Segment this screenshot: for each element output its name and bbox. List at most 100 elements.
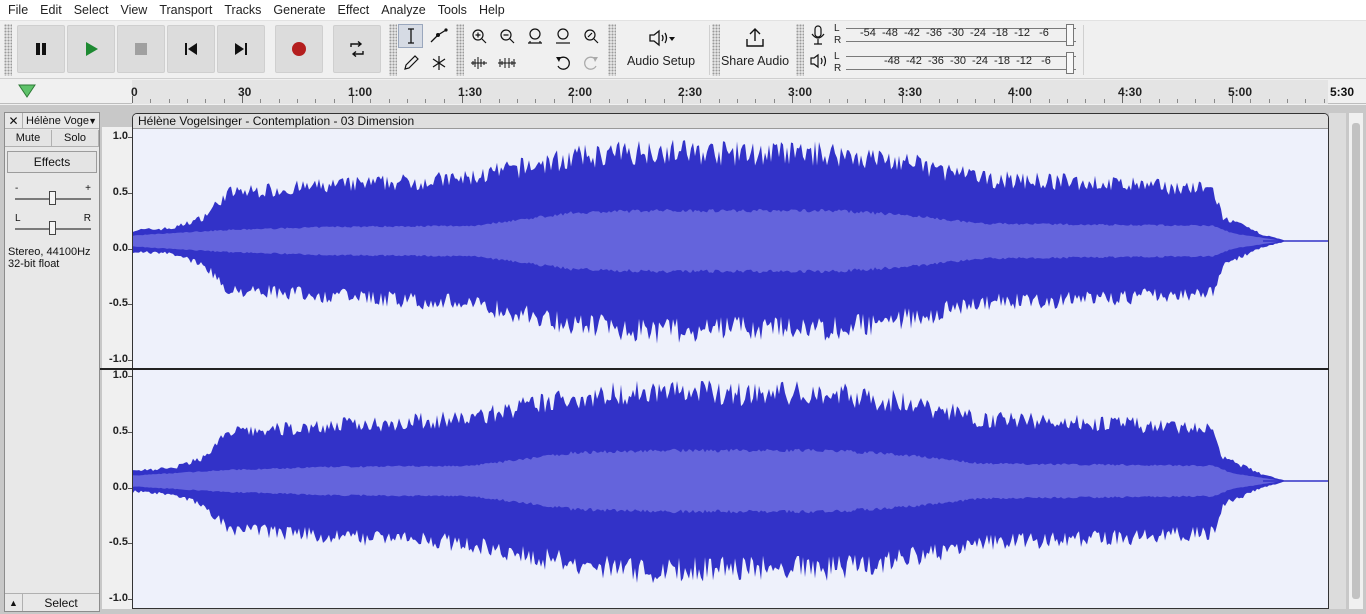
ruler-minor-tick bbox=[810, 99, 812, 103]
pan-slider-thumb[interactable] bbox=[49, 221, 56, 235]
vertical-scrollbar[interactable] bbox=[1349, 113, 1363, 609]
zoom-in-button[interactable] bbox=[466, 24, 491, 48]
menu-effect[interactable]: Effect bbox=[332, 0, 376, 21]
ruler-minor-tick bbox=[1103, 99, 1105, 103]
ruler-minor-tick bbox=[645, 99, 647, 103]
selection-tool-button[interactable] bbox=[398, 24, 423, 48]
after-track-area bbox=[1329, 113, 1346, 609]
menu-generate[interactable]: Generate bbox=[267, 0, 331, 21]
ruler-label: 1:30 bbox=[458, 85, 483, 99]
menu-help[interactable]: Help bbox=[473, 0, 511, 21]
ruler-minor-tick bbox=[1085, 99, 1087, 103]
record-meter[interactable]: L R -54 -48 -42 -36 -30 -24 -18 -12 -6 bbox=[834, 24, 1079, 46]
ruler-minor-tick bbox=[755, 99, 757, 103]
share-audio-label: Share Audio bbox=[720, 54, 790, 68]
effects-button[interactable]: Effects bbox=[7, 151, 97, 173]
share-audio-button[interactable]: Share Audio bbox=[720, 24, 790, 76]
timeline-ruler[interactable]: 0 30 1:00 1:30 2:00 2:30 3:00 3:30 4:00 4:30 5:00 … bbox=[0, 80, 1366, 104]
gain-min-label: - bbox=[15, 183, 19, 194]
amplitude-label: 0.0 bbox=[112, 480, 128, 493]
toolbar-grip[interactable] bbox=[796, 24, 804, 76]
gain-slider[interactable]: - + bbox=[15, 183, 91, 208]
record-button[interactable] bbox=[275, 25, 323, 73]
amplitude-label: -0.5 bbox=[109, 536, 128, 549]
ruler-minor-tick bbox=[333, 99, 335, 103]
toolbar-grip[interactable] bbox=[608, 24, 616, 76]
record-meter-button[interactable] bbox=[809, 25, 829, 47]
scrollbar-thumb[interactable] bbox=[1352, 123, 1360, 599]
menu-tracks[interactable]: Tracks bbox=[218, 0, 267, 21]
play-head-icon[interactable] bbox=[18, 83, 36, 99]
redo-button[interactable] bbox=[578, 51, 603, 75]
clip-title[interactable]: Hélène Vogelsinger - Contemplation - 03 … bbox=[133, 114, 1328, 129]
track-name-menu[interactable]: Hélène Voge ▼ bbox=[23, 113, 99, 128]
ruler-minor-tick bbox=[938, 99, 940, 103]
skip-start-icon bbox=[185, 43, 197, 55]
channel-separator bbox=[100, 368, 1345, 370]
zoom-toggle-button[interactable] bbox=[578, 24, 603, 48]
undo-button[interactable] bbox=[550, 51, 575, 75]
loop-button[interactable] bbox=[333, 25, 381, 73]
ruler-minor-tick bbox=[627, 99, 628, 103]
ruler-minor-tick bbox=[700, 99, 702, 103]
play-button[interactable] bbox=[67, 25, 115, 73]
dropdown-icon: ▼ bbox=[88, 116, 97, 126]
menu-tools[interactable]: Tools bbox=[432, 0, 473, 21]
menu-edit[interactable]: Edit bbox=[34, 0, 68, 21]
collapse-track-button[interactable]: ▲ bbox=[5, 594, 23, 611]
ruler-minor-tick bbox=[187, 99, 188, 103]
ruler-minor-tick bbox=[737, 99, 738, 103]
amplitude-label: 0.5 bbox=[112, 424, 128, 437]
toolbar-grip[interactable] bbox=[389, 24, 397, 76]
playback-meter[interactable]: L R -48 -42 -36 -30 -24 -18 -12 -6 bbox=[834, 52, 1079, 74]
toolbar-grip[interactable] bbox=[456, 24, 464, 76]
ruler-minor-tick bbox=[1213, 99, 1215, 103]
i-beam-icon bbox=[407, 28, 414, 44]
solo-button[interactable]: Solo bbox=[52, 130, 99, 147]
playback-meter-slider[interactable] bbox=[1066, 52, 1074, 74]
draw-tool-button[interactable] bbox=[398, 51, 423, 75]
menu-view[interactable]: View bbox=[114, 0, 153, 21]
ruler-minor-tick bbox=[1158, 99, 1160, 103]
track-workspace: ✕ Hélène Voge ▼ Mute Solo Effects - + L … bbox=[0, 105, 1366, 614]
zoom-fit-icon bbox=[555, 28, 570, 44]
ruler-minor-tick bbox=[1305, 99, 1307, 103]
playback-meter-button[interactable] bbox=[809, 52, 829, 74]
pause-button[interactable] bbox=[17, 25, 65, 73]
audio-setup-button[interactable]: Audio Setup bbox=[620, 24, 702, 76]
pan-slider[interactable]: L R bbox=[15, 213, 91, 238]
menu-analyze[interactable]: Analyze bbox=[375, 0, 431, 21]
loop-icon bbox=[350, 41, 364, 57]
menu-select[interactable]: Select bbox=[68, 0, 115, 21]
ruler-label: 2:30 bbox=[678, 85, 703, 99]
multi-tool-button[interactable] bbox=[426, 51, 451, 75]
fit-selection-button[interactable] bbox=[522, 24, 547, 48]
trim-audio-button[interactable] bbox=[466, 51, 491, 75]
fit-project-button[interactable] bbox=[550, 24, 575, 48]
zoom-out-button[interactable] bbox=[494, 24, 519, 48]
ruler-label: 3:00 bbox=[788, 85, 813, 99]
ruler-minor-tick bbox=[150, 99, 152, 103]
skip-to-end-button[interactable] bbox=[217, 25, 265, 73]
skip-to-start-button[interactable] bbox=[167, 25, 215, 73]
toolbar-grip[interactable] bbox=[712, 24, 720, 76]
ruler-minor-tick bbox=[883, 99, 885, 103]
select-track-button[interactable]: Select bbox=[23, 594, 99, 611]
menu-transport[interactable]: Transport bbox=[153, 0, 218, 21]
play-icon bbox=[86, 42, 98, 56]
close-icon: ✕ bbox=[8, 114, 19, 128]
stop-icon bbox=[135, 43, 147, 55]
close-track-button[interactable]: ✕ bbox=[5, 113, 23, 129]
record-meter-slider[interactable] bbox=[1066, 24, 1074, 46]
audio-clip[interactable]: Hélène Vogelsinger - Contemplation - 03 … bbox=[132, 113, 1329, 609]
menu-file[interactable]: File bbox=[2, 0, 34, 21]
mute-button[interactable]: Mute bbox=[5, 130, 52, 147]
toolbar-grip[interactable] bbox=[4, 24, 12, 76]
pan-left-label: L bbox=[15, 213, 21, 224]
silence-audio-button[interactable] bbox=[494, 51, 519, 75]
ruler-minor-tick bbox=[517, 99, 518, 103]
envelope-tool-button[interactable] bbox=[426, 24, 451, 48]
stop-button[interactable] bbox=[117, 25, 165, 73]
timeline-track-area[interactable]: 0 30 1:00 1:30 2:00 2:30 3:00 3:30 4:00 4:30 5:00 bbox=[131, 80, 1328, 104]
gain-slider-thumb[interactable] bbox=[49, 191, 56, 205]
